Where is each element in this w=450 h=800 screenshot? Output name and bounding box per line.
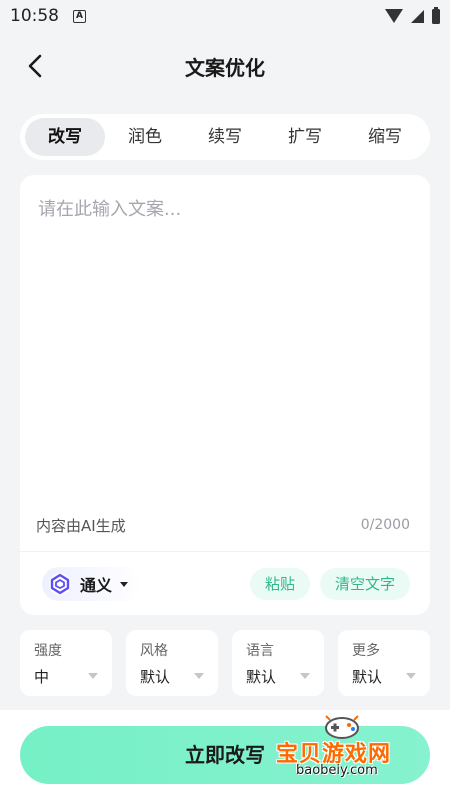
option-label: 强度	[34, 643, 62, 659]
header: 文案优化	[0, 40, 450, 92]
caret-down-icon	[300, 673, 310, 679]
option-selectors: 强度 中 风格 默认 语言 默认 更多 默认	[20, 630, 430, 696]
notification-a-icon: A	[73, 9, 86, 23]
caret-down-icon	[194, 673, 204, 679]
watermark: 宝贝游戏网 baobeiy.com	[270, 712, 430, 782]
signal-icon	[411, 9, 424, 23]
caret-down-icon	[120, 581, 129, 587]
option-value: 中	[34, 668, 50, 686]
divider	[20, 551, 430, 552]
option-label: 语言	[246, 643, 274, 659]
char-count: 0/2000	[360, 517, 410, 533]
option-value: 默认	[140, 668, 171, 686]
tab-shorten[interactable]: 缩写	[345, 118, 425, 156]
status-time: 10:58	[10, 6, 59, 26]
paste-button[interactable]: 粘贴	[250, 568, 310, 600]
page-title: 文案优化	[185, 56, 265, 80]
editor-card: 内容由AI生成 0/2000 通义 粘贴 清空文字	[20, 175, 430, 615]
tab-continue[interactable]: 续写	[185, 118, 265, 156]
option-more[interactable]: 更多 默认	[338, 630, 430, 696]
option-label: 更多	[352, 643, 380, 659]
tongyi-logo-icon	[49, 573, 71, 595]
status-icons	[385, 6, 440, 24]
model-name: 通义	[80, 576, 113, 595]
option-value: 默认	[246, 668, 277, 686]
battery-icon	[432, 6, 440, 24]
option-language[interactable]: 语言 默认	[232, 630, 324, 696]
ai-generated-note: 内容由AI生成	[36, 517, 126, 535]
option-value: 默认	[352, 668, 383, 686]
option-label: 风格	[140, 643, 168, 659]
caret-down-icon	[88, 673, 98, 679]
caret-down-icon	[406, 673, 416, 679]
wifi-icon	[385, 9, 403, 23]
option-style[interactable]: 风格 默认	[126, 630, 218, 696]
watermark-domain: baobeiy.com	[296, 763, 378, 778]
mode-tabs: 改写 润色 续写 扩写 缩写	[20, 114, 430, 160]
status-bar: 10:58 A	[0, 0, 450, 32]
tab-expand[interactable]: 扩写	[265, 118, 345, 156]
clear-text-button[interactable]: 清空文字	[320, 568, 410, 600]
tab-polish[interactable]: 润色	[105, 118, 185, 156]
option-strength[interactable]: 强度 中	[20, 630, 112, 696]
model-selector[interactable]: 通义	[42, 567, 143, 601]
tab-rewrite[interactable]: 改写	[25, 118, 105, 156]
copy-text-input[interactable]	[38, 195, 408, 495]
